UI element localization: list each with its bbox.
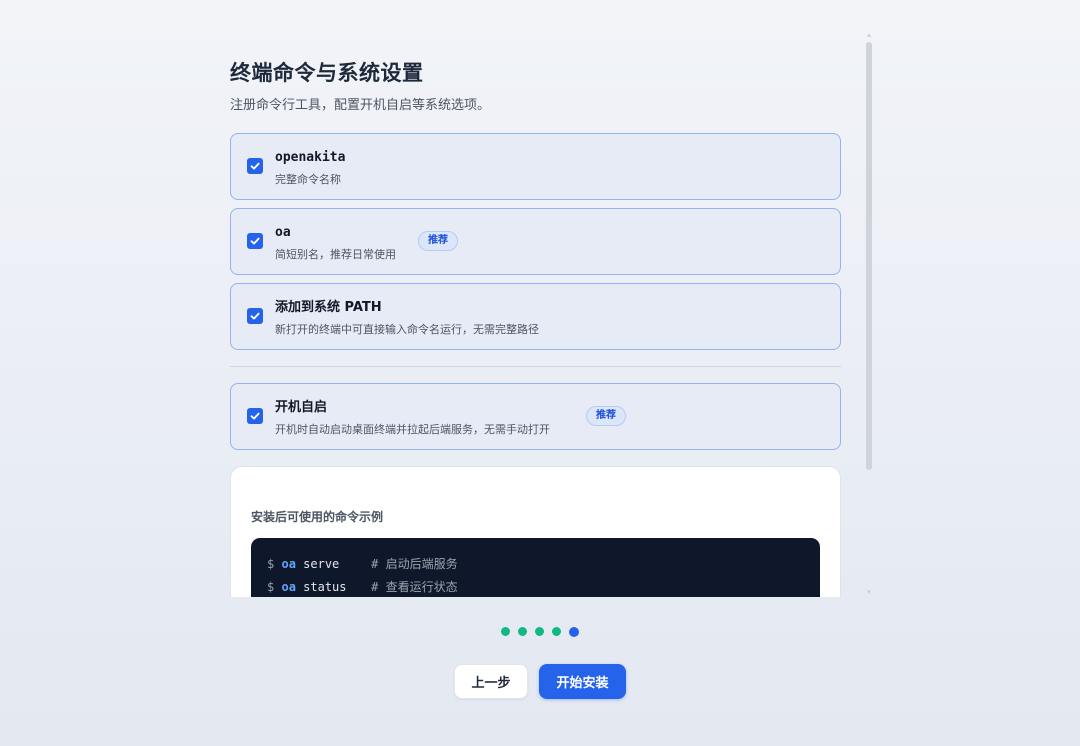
code-line: $ oa serve # 启动后端服务 xyxy=(267,553,804,576)
scroll-up-icon[interactable]: ▴ xyxy=(866,32,872,39)
command-examples-card: 安装后可使用的命令示例 $ oa serve # 启动后端服务 $ oa stat… xyxy=(230,466,841,597)
code-comment: # 查看运行状态 xyxy=(371,580,458,594)
scrollbar-thumb[interactable] xyxy=(866,42,872,470)
recommend-badge: 推荐 xyxy=(418,231,458,251)
code-comment: # 启动后端服务 xyxy=(371,557,458,571)
scroll-area[interactable]: 终端命令与系统设置 注册命令行工具，配置开机自启等系统选项。 openakita… xyxy=(0,0,1080,597)
option-desc: 完整命令名称 xyxy=(275,173,341,186)
check-icon xyxy=(250,237,260,245)
option-desc: 新打开的终端中可直接输入命令名运行，无需完整路径 xyxy=(275,323,539,336)
step-dot xyxy=(552,627,561,636)
checkbox-openakita[interactable] xyxy=(247,158,263,174)
checkbox-autostart[interactable] xyxy=(247,408,263,424)
step-dot xyxy=(518,627,527,636)
step-dot xyxy=(569,626,579,637)
option-title: openakita xyxy=(275,150,346,165)
recommend-badge: 推荐 xyxy=(586,406,626,426)
page-subtitle: 注册命令行工具，配置开机自启等系统选项。 xyxy=(230,98,491,113)
prev-step-button[interactable]: 上一步 xyxy=(454,664,528,699)
section-divider xyxy=(230,366,841,367)
code-command: oa xyxy=(281,580,296,594)
page-title: 终端命令与系统设置 xyxy=(230,61,424,85)
setup-wizard: 终端命令与系统设置 注册命令行工具，配置开机自启等系统选项。 openakita… xyxy=(0,0,1080,746)
examples-title: 安装后可使用的命令示例 xyxy=(251,510,384,524)
option-title: oa xyxy=(275,225,291,240)
check-icon xyxy=(250,162,260,170)
code-prompt: $ xyxy=(267,557,275,571)
step-dot xyxy=(535,627,544,636)
step-dot xyxy=(501,627,510,636)
option-title: 添加到系统 PATH xyxy=(275,300,382,315)
code-prompt: $ xyxy=(267,580,275,594)
vertical-scrollbar[interactable]: ▴ ▾ xyxy=(864,32,874,597)
code-arg: serve xyxy=(303,557,340,571)
scroll-down-icon[interactable]: ▾ xyxy=(866,589,872,596)
code-arg: status xyxy=(303,580,347,594)
checkbox-oa[interactable] xyxy=(247,233,263,249)
checkbox-system-path[interactable] xyxy=(247,308,263,324)
step-indicator xyxy=(0,626,1080,637)
option-title: 开机自启 xyxy=(275,400,328,415)
check-icon xyxy=(250,312,260,320)
option-autostart[interactable]: 开机自启 开机时自动启动桌面终端并拉起后端服务，无需手动打开 推荐 xyxy=(230,383,841,450)
wizard-nav: 上一步 开始安装 xyxy=(0,664,1080,699)
check-icon xyxy=(250,412,260,420)
option-oa[interactable]: oa 简短别名，推荐日常使用 推荐 xyxy=(230,208,841,275)
settings-content: 终端命令与系统设置 注册命令行工具，配置开机自启等系统选项。 openakita… xyxy=(230,58,841,597)
option-openakita[interactable]: openakita 完整命令名称 xyxy=(230,133,841,200)
option-desc: 开机时自动启动桌面终端并拉起后端服务，无需手动打开 xyxy=(275,423,550,436)
start-install-button[interactable]: 开始安装 xyxy=(539,664,626,699)
option-desc: 简短别名，推荐日常使用 xyxy=(275,248,396,261)
code-block: $ oa serve # 启动后端服务 $ oa status # 查看运行状态 xyxy=(251,538,820,597)
code-command: oa xyxy=(281,557,296,571)
code-line: $ oa status # 查看运行状态 xyxy=(267,576,804,597)
option-system-path[interactable]: 添加到系统 PATH 新打开的终端中可直接输入命令名运行，无需完整路径 xyxy=(230,283,841,350)
